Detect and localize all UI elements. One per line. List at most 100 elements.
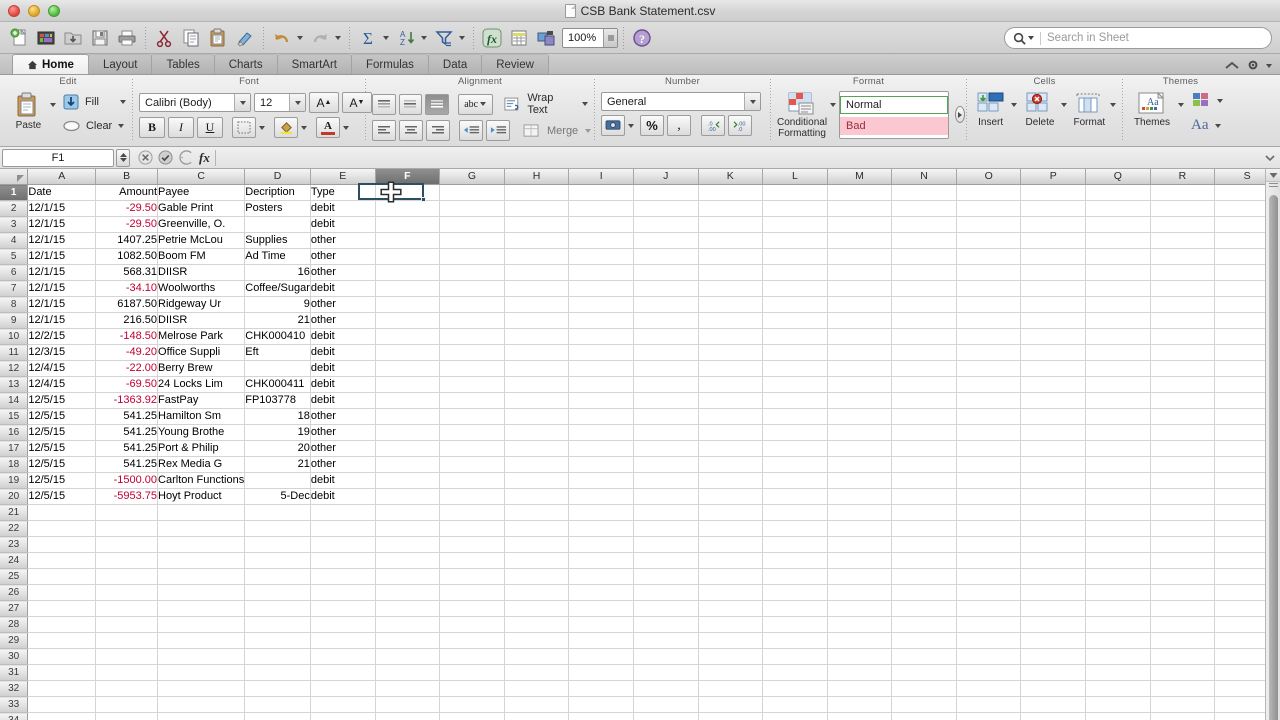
cell-Q17[interactable] — [1085, 440, 1151, 457]
cell-F5[interactable] — [375, 248, 441, 265]
style-bad[interactable]: Bad — [840, 116, 949, 135]
cell-D11[interactable]: Eft — [244, 344, 311, 361]
cell-N32[interactable] — [891, 680, 957, 697]
cell-B26[interactable] — [95, 584, 159, 601]
cell-N25[interactable] — [891, 568, 957, 585]
cell-J5[interactable] — [633, 248, 699, 265]
cell-D21[interactable] — [244, 504, 311, 521]
cell-K24[interactable] — [698, 552, 764, 569]
cell-A8[interactable]: 12/1/15 — [27, 296, 97, 313]
cell-R22[interactable] — [1150, 520, 1216, 537]
cell-P1[interactable] — [1020, 184, 1087, 201]
cell-P22[interactable] — [1020, 520, 1087, 537]
cell-F32[interactable] — [375, 680, 441, 697]
cell-B3[interactable]: -29.50 — [95, 216, 159, 233]
cell-C8[interactable]: Ridgeway Ur — [157, 296, 246, 313]
cell-R8[interactable] — [1150, 296, 1216, 313]
cell-I10[interactable] — [568, 328, 634, 345]
cell-G30[interactable] — [439, 648, 505, 665]
cell-M17[interactable] — [827, 440, 893, 457]
row-header-1[interactable]: 1 — [0, 184, 29, 201]
cell-M23[interactable] — [827, 536, 893, 553]
themes-dropdown-icon[interactable] — [1178, 103, 1184, 107]
cell-J29[interactable] — [633, 632, 699, 649]
cell-I6[interactable] — [568, 264, 634, 281]
cell-R19[interactable] — [1150, 472, 1216, 489]
cell-N21[interactable] — [891, 504, 957, 521]
cell-E10[interactable]: debit — [310, 328, 376, 345]
cell-M31[interactable] — [827, 664, 893, 681]
cell-A29[interactable] — [27, 632, 97, 649]
cell-B1[interactable]: Amount — [95, 184, 159, 201]
scroll-up-icon[interactable] — [1266, 169, 1280, 182]
row-header-32[interactable]: 32 — [0, 680, 29, 697]
cell-I21[interactable] — [568, 504, 634, 521]
cell-N18[interactable] — [891, 456, 957, 473]
wrap-text-dropdown-icon[interactable] — [582, 102, 589, 106]
cell-R16[interactable] — [1150, 424, 1216, 441]
theme-fonts-button[interactable]: Aa — [1191, 117, 1223, 134]
cell-N27[interactable] — [891, 600, 957, 617]
cell-O19[interactable] — [956, 472, 1022, 489]
select-all-corner[interactable] — [0, 169, 29, 185]
row-header-20[interactable]: 20 — [0, 488, 29, 505]
cell-P13[interactable] — [1020, 376, 1087, 393]
row-header-24[interactable]: 24 — [0, 552, 29, 569]
cell-H5[interactable] — [504, 248, 570, 265]
cell-J31[interactable] — [633, 664, 699, 681]
cell-C22[interactable] — [157, 520, 246, 537]
cell-O2[interactable] — [956, 200, 1022, 217]
confirm-formula-icon[interactable] — [158, 150, 173, 165]
cell-K30[interactable] — [698, 648, 764, 665]
style-normal[interactable]: Normal — [840, 95, 949, 114]
align-middle-button[interactable] — [398, 93, 423, 115]
cell-K31[interactable] — [698, 664, 764, 681]
cell-H27[interactable] — [504, 600, 570, 617]
copy-icon[interactable] — [178, 25, 204, 51]
cell-Q18[interactable] — [1085, 456, 1151, 473]
row-header-8[interactable]: 8 — [0, 296, 29, 313]
cell-R7[interactable] — [1150, 280, 1216, 297]
row-header-22[interactable]: 22 — [0, 520, 29, 537]
cell-C17[interactable]: Port & Philip — [157, 440, 246, 457]
cell-P28[interactable] — [1020, 616, 1087, 633]
cell-H15[interactable] — [504, 408, 570, 425]
cell-K29[interactable] — [698, 632, 764, 649]
cell-J10[interactable] — [633, 328, 699, 345]
cell-P32[interactable] — [1020, 680, 1087, 697]
cell-N22[interactable] — [891, 520, 957, 537]
cell-I31[interactable] — [568, 664, 634, 681]
cell-C1[interactable]: Payee — [157, 184, 246, 201]
cell-D31[interactable] — [244, 664, 311, 681]
cell-J16[interactable] — [633, 424, 699, 441]
cell-C2[interactable]: Gable Print — [157, 200, 246, 217]
cell-C4[interactable]: Petrie McLou — [157, 232, 246, 249]
cell-I26[interactable] — [568, 584, 634, 601]
column-header-g[interactable]: G — [439, 169, 505, 185]
cell-N2[interactable] — [891, 200, 957, 217]
cell-A28[interactable] — [27, 616, 97, 633]
cell-C16[interactable]: Young Brothe — [157, 424, 246, 441]
cell-F10[interactable] — [375, 328, 441, 345]
cell-B5[interactable]: 1082.50 — [95, 248, 159, 265]
cell-E33[interactable] — [310, 696, 376, 713]
cell-G1[interactable] — [439, 184, 505, 201]
cell-C26[interactable] — [157, 584, 246, 601]
cell-D19[interactable] — [244, 472, 311, 489]
cell-H16[interactable] — [504, 424, 570, 441]
cell-H17[interactable] — [504, 440, 570, 457]
cell-R12[interactable] — [1150, 360, 1216, 377]
cell-Q3[interactable] — [1085, 216, 1151, 233]
cell-O5[interactable] — [956, 248, 1022, 265]
cell-C3[interactable]: Greenville, O. — [157, 216, 246, 233]
cell-E19[interactable]: debit — [310, 472, 376, 489]
cell-J4[interactable] — [633, 232, 699, 249]
cell-P17[interactable] — [1020, 440, 1087, 457]
cell-C11[interactable]: Office Suppli — [157, 344, 246, 361]
theme-colors-dropdown-icon[interactable] — [1217, 98, 1223, 103]
row-header-5[interactable]: 5 — [0, 248, 29, 265]
cell-Q1[interactable] — [1085, 184, 1151, 201]
column-header-h[interactable]: H — [504, 169, 570, 185]
cell-I16[interactable] — [568, 424, 634, 441]
search-box[interactable]: Search in Sheet — [1004, 27, 1272, 49]
